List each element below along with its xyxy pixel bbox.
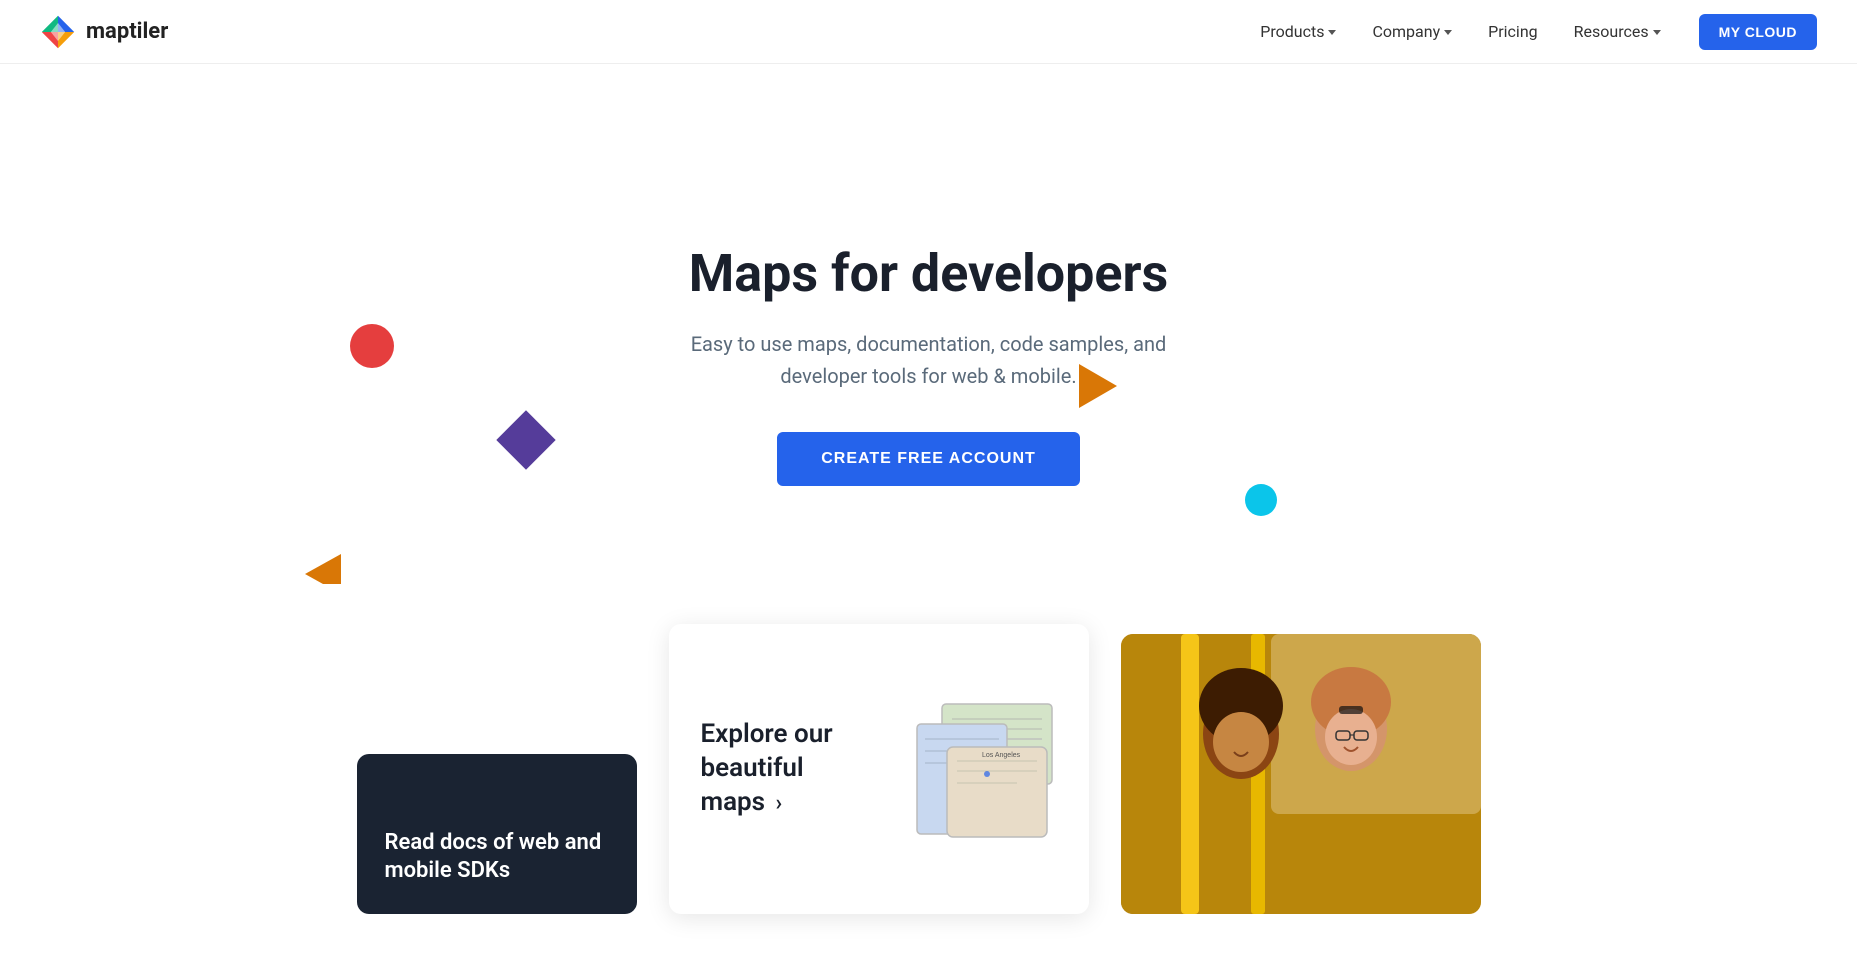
logo-text: maptiler: [86, 19, 168, 44]
cards-section: Read docs of web and mobile SDKs Explore…: [0, 584, 1857, 974]
people-photo-svg: [1121, 634, 1481, 914]
explore-card-text: Explore our beautiful maps ›: [701, 718, 863, 819]
sdk-card[interactable]: Read docs of web and mobile SDKs: [357, 754, 637, 914]
hero-title: Maps for developers: [689, 243, 1168, 304]
sdk-card-text: Read docs of web and mobile SDKs: [385, 829, 609, 886]
nav-pricing[interactable]: Pricing: [1474, 14, 1552, 49]
nav-resources[interactable]: Resources: [1560, 14, 1675, 49]
create-account-button[interactable]: CREATE FREE ACCOUNT: [777, 432, 1080, 486]
products-chevron-icon: [1328, 30, 1336, 35]
explore-card-image: Los Angeles: [887, 699, 1057, 839]
red-circle-decoration: [350, 324, 394, 368]
resources-chevron-icon: [1653, 30, 1661, 35]
explore-card[interactable]: Explore our beautiful maps ›: [669, 624, 1089, 914]
yellow-triangle-left-decoration: [305, 554, 341, 584]
logo-icon: [40, 14, 76, 50]
hero-section: Maps for developers Easy to use maps, do…: [0, 64, 1857, 584]
my-cloud-button[interactable]: MY CLOUD: [1699, 14, 1817, 50]
logo[interactable]: maptiler: [40, 14, 168, 50]
explore-arrow-icon: ›: [776, 791, 783, 816]
nav-company[interactable]: Company: [1358, 14, 1466, 49]
navbar: maptiler Products Company Pricing Resour…: [0, 0, 1857, 64]
map-devices-svg: Los Angeles: [887, 699, 1057, 844]
nav-products[interactable]: Products: [1246, 14, 1350, 49]
company-chevron-icon: [1444, 30, 1452, 35]
purple-diamond-decoration: [496, 410, 555, 469]
svg-text:Los Angeles: Los Angeles: [982, 752, 1021, 759]
hero-subtitle: Easy to use maps, documentation, code sa…: [669, 328, 1189, 392]
photo-card[interactable]: [1121, 634, 1481, 914]
cyan-circle-decoration: [1245, 484, 1277, 516]
nav-menu: Products Company Pricing Resources MY CL…: [1246, 14, 1817, 50]
photo-card-image: [1121, 634, 1481, 914]
